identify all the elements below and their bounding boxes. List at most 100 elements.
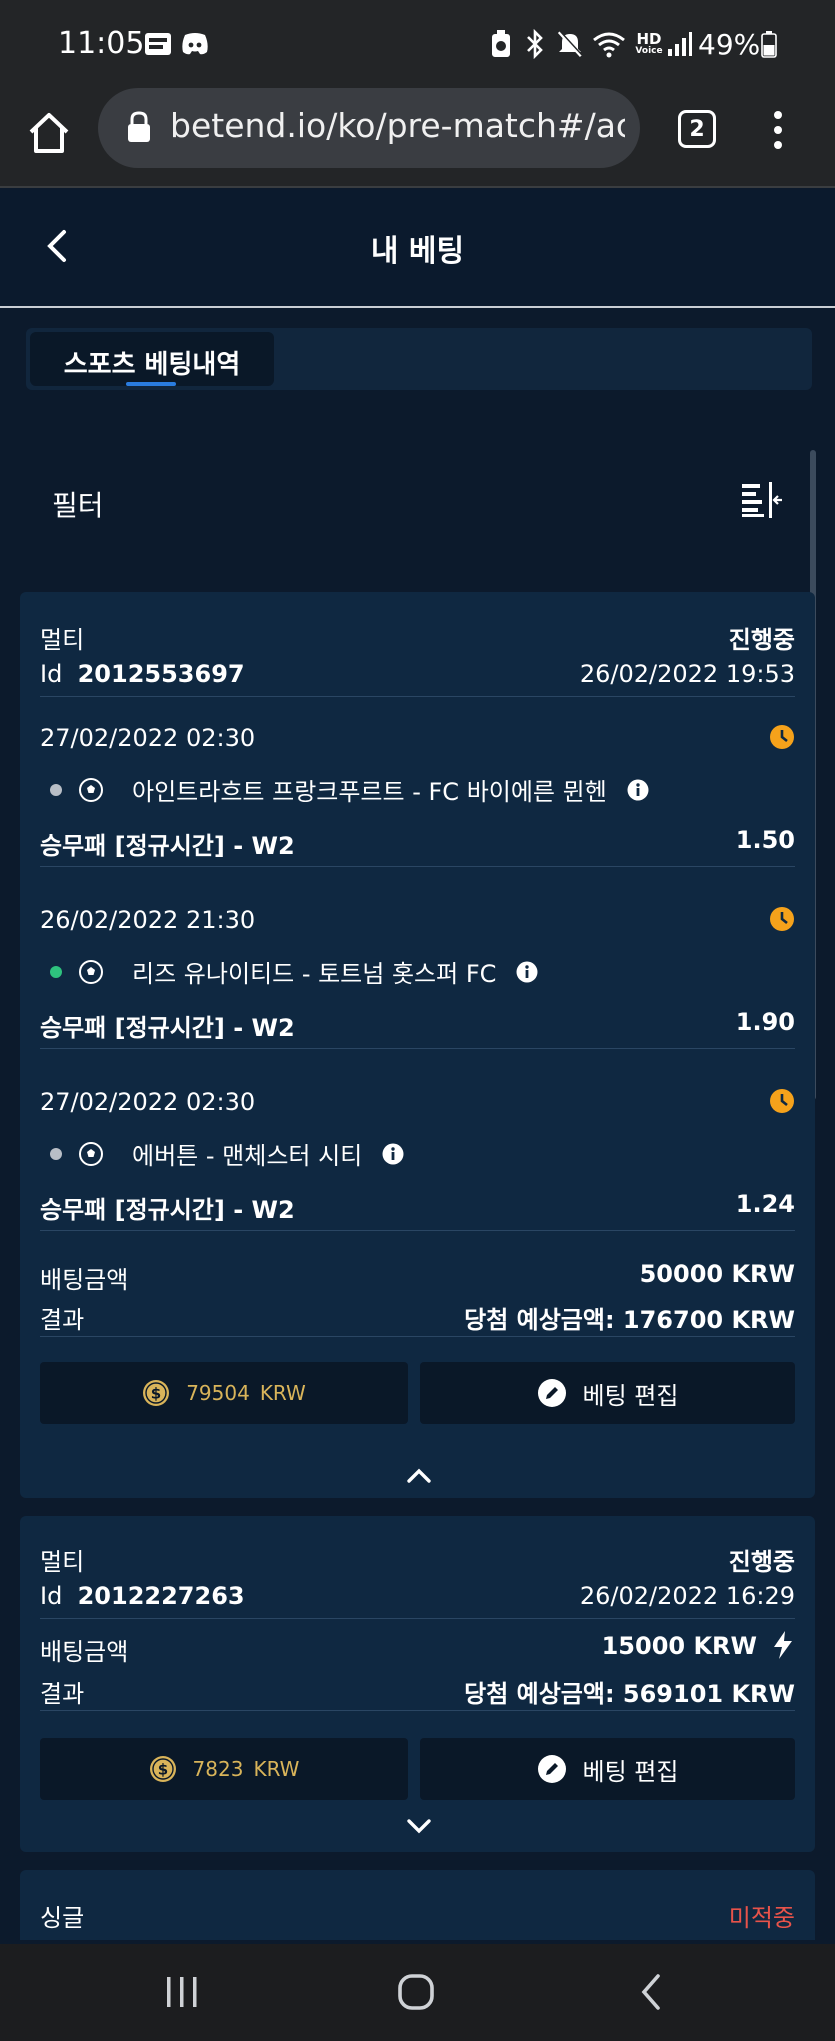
- notification-icon: [488, 28, 514, 60]
- selection-datetime-row: 27/02/2022 02:30: [40, 1088, 795, 1116]
- bet-type: 멀티: [40, 626, 85, 654]
- divider: [40, 1230, 795, 1231]
- svg-text:$: $: [157, 1761, 167, 1779]
- result-row: 결과 당첨 예상금액: 176700 KRW: [40, 1300, 795, 1335]
- potential-win: 당첨 예상금액: 176700 KRW: [464, 1306, 795, 1334]
- selection-odds: 1.24: [735, 1190, 795, 1218]
- divider: [40, 1048, 795, 1049]
- divider: [40, 1618, 795, 1619]
- result-row: 결과 당첨 예상금액: 569101 KRW: [40, 1674, 795, 1709]
- wifi-icon: [592, 28, 626, 60]
- page-header: 내 베팅: [0, 190, 835, 308]
- selection-datetime: 26/02/2022 21:30: [40, 906, 256, 934]
- recent-apps-button[interactable]: [164, 1972, 200, 2012]
- status-dot: [50, 783, 62, 796]
- selection-odds: 1.50: [735, 826, 795, 854]
- tab-sports-bet-history[interactable]: 스포츠 베팅내역: [30, 332, 274, 386]
- selection-odds: 1.90: [735, 1008, 795, 1036]
- recent-apps-icon: [167, 1977, 197, 2007]
- home-nav-button[interactable]: [396, 1972, 436, 2012]
- stake-amount: 50000 KRW: [639, 1260, 795, 1288]
- cashout-button[interactable]: $ 7823 KRW: [40, 1738, 408, 1800]
- selection-match: 리즈 유나이티드 - 토트넘 홋스퍼 FC: [40, 954, 795, 989]
- divider: [40, 866, 795, 867]
- more-vertical-icon: [774, 111, 782, 149]
- mute-icon: [556, 28, 584, 60]
- bet-header-row: 멀티 진행중: [40, 1542, 795, 1577]
- stake-label: 배팅금액: [40, 1266, 129, 1294]
- bet-id-label: Id: [40, 1582, 70, 1610]
- selection-market-row: 승무패 [정규시간] - W2 1.90: [40, 1008, 795, 1043]
- bet-id: 2012227263: [77, 1582, 245, 1610]
- bet-card: 싱글 미적중: [20, 1870, 815, 1940]
- tab-switcher-button[interactable]: 2: [678, 110, 716, 148]
- status-dot: [50, 1147, 62, 1160]
- lightning-icon: [774, 1631, 792, 1659]
- home-circle-icon: [398, 1974, 434, 2010]
- selection-datetime: 27/02/2022 02:30: [40, 724, 256, 752]
- bet-id-label: Id: [40, 660, 70, 688]
- coin-icon: $: [149, 1756, 176, 1782]
- result-label: 결과: [40, 1680, 85, 1708]
- selection-datetime-row: 27/02/2022 02:30: [40, 724, 795, 752]
- filter-label: 필터: [52, 489, 104, 522]
- chevron-down-icon: [407, 1819, 431, 1834]
- clock-icon: [770, 1089, 794, 1113]
- back-icon: [641, 1974, 660, 2010]
- coin-icon: $: [143, 1380, 170, 1406]
- tab-label: 스포츠 베팅내역: [63, 350, 241, 380]
- bet-type: 멀티: [40, 1548, 85, 1576]
- match-name: 에버튼 - 맨체스터 시티: [132, 1142, 363, 1170]
- tab-active-indicator: [126, 382, 176, 386]
- cashout-currency: KRW: [259, 1381, 306, 1405]
- bet-card: 멀티 진행중 Id 2012227263 26/02/2022 16:29 배팅…: [20, 1516, 815, 1852]
- clock-icon: [770, 907, 794, 931]
- market-name: 승무패 [정규시간] - W2: [40, 1196, 295, 1224]
- selection-match: 아인트라흐트 프랑크푸르트 - FC 바이에른 뮌헨: [40, 772, 795, 807]
- selection-datetime-row: 26/02/2022 21:30: [40, 906, 795, 934]
- back-nav-button[interactable]: [636, 1972, 666, 2012]
- battery-percent: 49%: [698, 28, 761, 61]
- lock-icon: [128, 111, 150, 142]
- selection-market-row: 승무패 [정규시간] - W2 1.50: [40, 826, 795, 861]
- bet-status: 진행중: [728, 1548, 795, 1576]
- bet-header-row: 멀티 진행중: [40, 620, 795, 655]
- url-text: betend.io/ko/pre-match#/ac: [170, 106, 625, 145]
- home-button[interactable]: [26, 110, 72, 156]
- stake-row: 배팅금액 50000 KRW: [40, 1260, 795, 1295]
- soccer-ball-icon: [79, 1141, 103, 1166]
- status-time: 11:05: [58, 26, 145, 61]
- soccer-ball-icon: [79, 777, 103, 802]
- live-status-dot: [50, 965, 62, 978]
- selection-market-row: 승무패 [정규시간] - W2 1.24: [40, 1190, 795, 1225]
- cashout-currency: KRW: [253, 1757, 300, 1781]
- info-icon[interactable]: [516, 961, 538, 983]
- edit-bet-button[interactable]: 베팅 편집: [420, 1362, 795, 1424]
- collapse-button[interactable]: [404, 1466, 434, 1486]
- cashout-value: 79504: [186, 1381, 250, 1405]
- bet-card: 멀티 진행중 Id 2012553697 26/02/2022 19:53 27…: [20, 592, 815, 1498]
- bluetooth-icon: [522, 28, 548, 60]
- stake-row: 배팅금액 15000 KRW: [40, 1631, 795, 1667]
- info-icon[interactable]: [627, 779, 649, 801]
- info-icon[interactable]: [382, 1143, 404, 1165]
- edit-bet-label: 베팅 편집: [582, 1381, 679, 1410]
- divider: [40, 1710, 795, 1711]
- edit-bet-button[interactable]: 베팅 편집: [420, 1738, 795, 1800]
- svg-text:$: $: [151, 1385, 161, 1403]
- browser-menu-button[interactable]: [768, 110, 788, 150]
- result-label: 결과: [40, 1306, 85, 1334]
- cashout-button[interactable]: $ 79504 KRW: [40, 1362, 408, 1424]
- divider: [40, 696, 795, 697]
- filter-button[interactable]: [740, 480, 784, 520]
- bet-placed-at: 26/02/2022 16:29: [579, 1582, 795, 1610]
- soccer-ball-icon: [79, 959, 103, 984]
- market-name: 승무패 [정규시간] - W2: [40, 832, 295, 860]
- divider: [40, 1336, 795, 1337]
- market-name: 승무패 [정규시간] - W2: [40, 1014, 295, 1042]
- bet-id-row: Id 2012227263 26/02/2022 16:29: [40, 1582, 795, 1610]
- expand-button[interactable]: [404, 1816, 434, 1836]
- bet-status: 미적중: [728, 1904, 795, 1932]
- clock-icon: [770, 725, 794, 749]
- address-bar[interactable]: betend.io/ko/pre-match#/ac: [98, 88, 640, 168]
